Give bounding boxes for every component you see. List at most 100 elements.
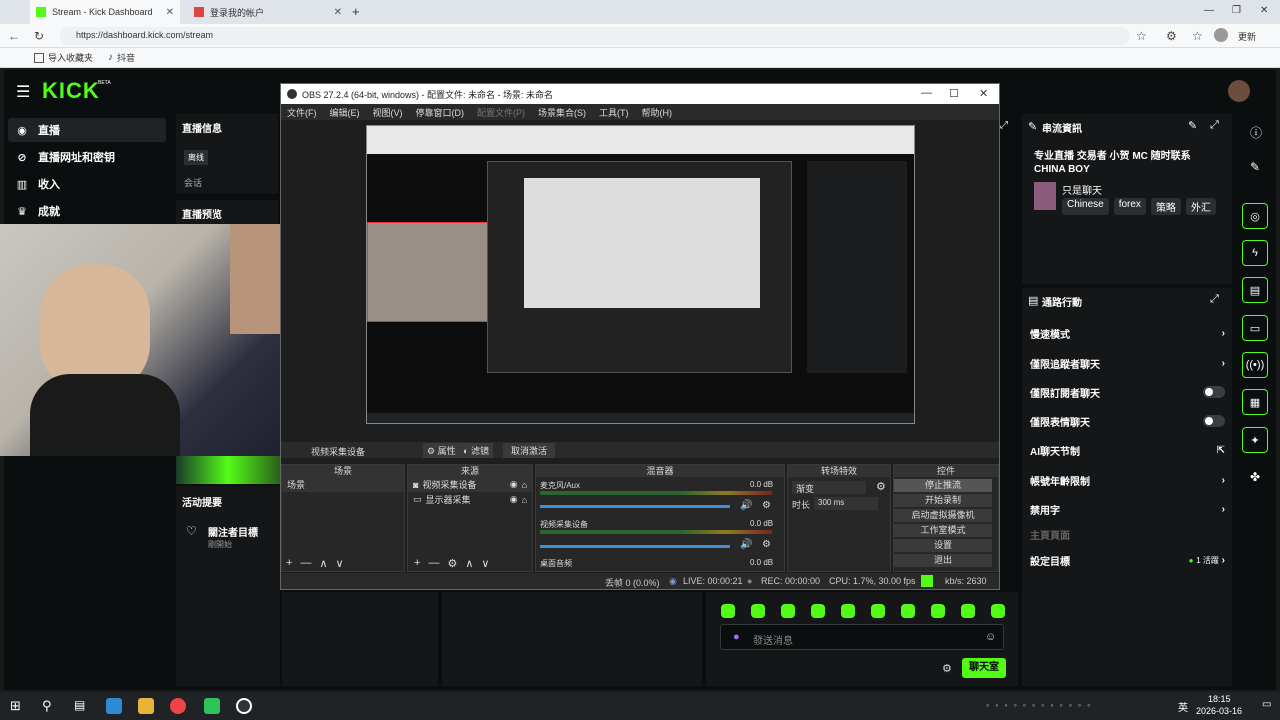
wechat-icon[interactable] (204, 698, 220, 714)
stop-streaming-button[interactable]: 停止推流 (894, 479, 992, 492)
close-window-icon[interactable]: ✕ (1260, 5, 1268, 16)
action-banned-words[interactable]: 禁用字 › (1030, 501, 1225, 517)
rail-button-tools[interactable]: ✦ (1242, 427, 1268, 453)
add-scene-icon[interactable]: + (286, 557, 292, 570)
speaker-icon[interactable]: 🔊 (740, 539, 752, 550)
file-explorer-icon[interactable] (138, 698, 154, 714)
popout-icon[interactable]: ⤢ (1210, 293, 1219, 306)
action-emotes-only[interactable]: 僅限表情聊天 (1030, 413, 1225, 429)
subscribers-only-toggle[interactable] (1203, 386, 1225, 398)
menu-help[interactable]: 帮助(H) (642, 106, 673, 118)
profile-avatar[interactable] (1214, 28, 1228, 42)
emotes-only-toggle[interactable] (1203, 415, 1225, 427)
obs-minimize-icon[interactable]: — (921, 87, 932, 99)
obs-preview[interactable] (366, 125, 915, 424)
clock-date[interactable]: 2026-03-16 (1196, 706, 1242, 716)
action-ai-moderation[interactable]: AI聊天节制 ⇱ (1030, 442, 1225, 458)
action-slow-mode[interactable]: 慢速模式 › (1030, 325, 1225, 341)
close-tab-icon[interactable]: ✕ (166, 7, 174, 18)
mixer-settings-icon[interactable]: ⚙ (762, 500, 771, 511)
mixer-settings-icon[interactable]: ⚙ (762, 539, 771, 550)
filters-button[interactable]: ◐ 滤镜 (459, 443, 493, 458)
tag-chip[interactable]: 策略 (1150, 198, 1181, 215)
back-icon[interactable]: ← (8, 29, 20, 43)
info-icon[interactable]: ⓘ (1250, 124, 1262, 141)
virtual-camera-button[interactable]: 启动虚拟摄像机 (894, 509, 992, 522)
source-properties-icon[interactable]: ⚙ (447, 557, 457, 570)
rail-button-broadcast[interactable]: ((•)) (1242, 352, 1268, 378)
sidebar-item-revenue[interactable]: ▥ 收入 (8, 172, 166, 196)
emoji-icon[interactable]: ☺ (985, 631, 996, 643)
move-down-icon[interactable]: ∨ (481, 557, 489, 570)
emote-icon[interactable] (811, 604, 825, 618)
user-avatar[interactable] (1228, 80, 1250, 102)
emote-icon[interactable] (721, 604, 735, 618)
source-item[interactable]: ▭ 显示器采集 ◉ ⌂ (408, 492, 532, 507)
emote-icon[interactable] (841, 604, 855, 618)
lock-icon[interactable]: ⌂ (522, 480, 527, 490)
collections-icon[interactable]: ☆ (1192, 29, 1203, 43)
pencil-rail-icon[interactable]: ✎ (1250, 160, 1260, 174)
rail-button-layout[interactable]: ▦ (1242, 389, 1268, 415)
properties-button[interactable]: ⚙ 属性 (423, 443, 460, 458)
deactivate-button[interactable]: 取消激活 (503, 443, 556, 458)
sidebar-item-achievements[interactable]: ♛ 成就 (8, 199, 166, 223)
sidebar-item-keys[interactable]: ⊘ 直播网址和密钥 (8, 145, 166, 169)
maximize-window-icon[interactable]: ❐ (1232, 5, 1241, 16)
emote-icon[interactable] (781, 604, 795, 618)
extensions-icon[interactable]: ⚙ (1166, 29, 1177, 43)
menu-icon[interactable]: ☰ (16, 82, 30, 102)
transition-settings-icon[interactable]: ⚙ (876, 480, 886, 493)
mic-icon[interactable]: ● (733, 631, 740, 643)
minimize-window-icon[interactable]: — (1204, 5, 1214, 16)
action-followers-only[interactable]: 僅限追蹤者聊天 › (1030, 355, 1225, 371)
chat-settings-icon[interactable]: ⚙ (942, 662, 952, 675)
remove-source-icon[interactable]: — (428, 557, 439, 570)
url-input[interactable]: https://dashboard.kick.com/stream (60, 27, 1130, 45)
search-icon[interactable]: ⚲ (42, 698, 52, 714)
emote-icon[interactable] (901, 604, 915, 618)
tag-chip[interactable]: forex (1113, 198, 1146, 215)
rail-button-chat[interactable]: ▭ (1242, 315, 1268, 341)
category-label[interactable]: 只是聊天 (1062, 182, 1102, 197)
emote-icon[interactable] (751, 604, 765, 618)
action-account-age[interactable]: 帳號年齡限制 › (1030, 472, 1225, 488)
visibility-icon[interactable]: ◉ (510, 494, 518, 505)
scene-item[interactable]: 场景 (282, 477, 404, 492)
task-view-icon[interactable]: ▤ (74, 698, 85, 712)
favorite-icon[interactable]: ☆ (1136, 29, 1147, 43)
move-up-icon[interactable]: ∧ (465, 557, 473, 570)
menu-docks[interactable]: 停靠窗口(D) (416, 106, 465, 118)
new-tab-icon[interactable]: + (352, 4, 360, 19)
rail-button-flash[interactable]: ϟ (1242, 240, 1268, 266)
preview-expand-icon[interactable]: ⤢ (1000, 120, 1008, 131)
emote-icon[interactable] (931, 604, 945, 618)
clock-time[interactable]: 18:15 (1208, 694, 1231, 704)
lock-icon[interactable]: ⌂ (522, 495, 527, 505)
refresh-icon[interactable]: ↻ (34, 29, 44, 43)
settings-button[interactable]: 设置 (894, 539, 992, 552)
add-source-icon[interactable]: + (414, 557, 420, 570)
exit-button[interactable]: 退出 (894, 554, 992, 567)
speaker-icon[interactable]: 🔊 (740, 500, 752, 511)
emote-icon[interactable] (991, 604, 1005, 618)
obs-close-icon[interactable]: ✕ (979, 87, 988, 100)
close-tab-icon[interactable]: ✕ (334, 7, 342, 18)
move-down-icon[interactable]: ∨ (336, 557, 344, 570)
obs-maximize-icon[interactable]: ☐ (949, 87, 959, 100)
source-item[interactable]: ◙ 视频采集设备 ◉ ⌂ (408, 477, 532, 492)
menu-file[interactable]: 文件(F) (287, 106, 317, 118)
system-tray-icons[interactable]: ◦◦◦◦◦◦◦◦◦◦◦◦ (986, 700, 1166, 712)
edge-icon[interactable] (106, 698, 122, 714)
transition-select[interactable]: 渐变 (792, 481, 866, 494)
popout-icon[interactable]: ⤢ (1210, 119, 1219, 132)
start-recording-button[interactable]: 开始录制 (894, 494, 992, 507)
tag-chip[interactable]: Chinese (1062, 198, 1109, 215)
chrome-icon[interactable] (170, 698, 186, 714)
remove-scene-icon[interactable]: — (300, 557, 311, 570)
bookmark-import[interactable]: 导入收藏夹 (34, 51, 93, 64)
chat-button[interactable]: 聊天室 (962, 658, 1006, 678)
browser-tab-kick[interactable]: Stream - Kick Dashboard ✕ (30, 0, 180, 24)
emote-icon[interactable] (871, 604, 885, 618)
notification-icon[interactable]: ▭ (1262, 699, 1271, 710)
